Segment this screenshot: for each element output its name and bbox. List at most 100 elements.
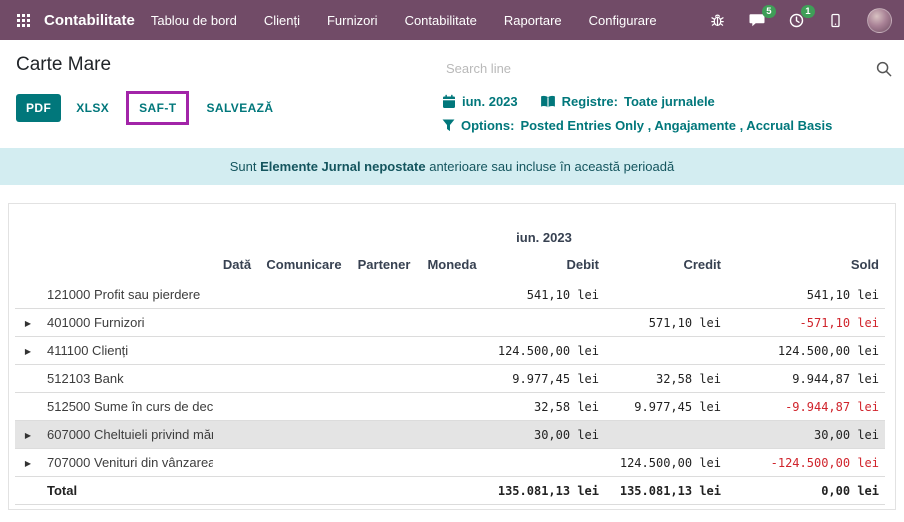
- save-button[interactable]: SALVEAZĂ: [196, 94, 283, 122]
- mobile-icon[interactable]: [828, 13, 843, 28]
- journals-label: Registre:: [562, 94, 618, 109]
- unposted-entries-link[interactable]: Elemente Jurnal nepostate: [260, 159, 425, 174]
- caret-cell: ▶: [15, 309, 41, 337]
- caret-cell: [15, 365, 41, 393]
- total-label: Total: [41, 477, 213, 505]
- page-title: Carte Mare: [16, 54, 442, 76]
- sold-cell: 124.500,00 lei: [727, 337, 885, 365]
- account-name: 607000 Cheltuieli privind mărfurile: [41, 421, 213, 449]
- menu-item-raportare[interactable]: Raportare: [504, 13, 562, 28]
- expand-caret-icon[interactable]: ▶: [25, 319, 31, 328]
- sold-cell: -9.944,87 lei: [727, 393, 885, 421]
- banner-text-pre: Sunt: [230, 159, 257, 174]
- account-name: 121000 Profit sau pierdere: [41, 281, 213, 309]
- export-buttons: PDF XLSX SAF-T SALVEAZĂ: [16, 91, 442, 125]
- book-icon: [540, 94, 556, 109]
- credit-cell: [605, 281, 727, 309]
- annotation-box: SAF-T: [126, 91, 189, 125]
- ledger-row-512103[interactable]: 512103 Bank9.977,45 lei32,58 lei9.944,87…: [15, 365, 885, 393]
- credit-cell: [605, 337, 727, 365]
- sold-cell: 541,10 lei: [727, 281, 885, 309]
- pdf-button[interactable]: PDF: [16, 94, 61, 122]
- options-label: Options:: [461, 118, 514, 133]
- total-sold: 0,00 lei: [727, 477, 885, 505]
- expand-caret-icon[interactable]: ▶: [25, 459, 31, 468]
- col-data: Dată: [213, 254, 261, 281]
- activities-badge: 1: [801, 5, 815, 19]
- debit-cell: 32,58 lei: [483, 393, 605, 421]
- account-name: 401000 Furnizori: [41, 309, 213, 337]
- debit-cell: [483, 449, 605, 477]
- col-comunicare: Comunicare: [261, 254, 347, 281]
- account-name: 512103 Bank: [41, 365, 213, 393]
- expand-caret-icon[interactable]: ▶: [25, 431, 31, 440]
- debit-cell: 541,10 lei: [483, 281, 605, 309]
- saft-button[interactable]: SAF-T: [129, 94, 186, 122]
- journals-filter[interactable]: Registre: Toate jurnalele: [540, 94, 715, 109]
- sold-cell: -124.500,00 lei: [727, 449, 885, 477]
- caret-cell: ▶: [15, 337, 41, 365]
- filter-line-2: Options: Posted Entries Only , Angajamen…: [442, 118, 892, 133]
- caret-cell: ▶: [15, 421, 41, 449]
- report-header: Carte Mare PDF XLSX SAF-T SALVEAZĂ: [0, 40, 904, 133]
- banner-text-post: anterioare sau incluse în această perioa…: [429, 159, 674, 174]
- account-name: 411100 Clienți: [41, 337, 213, 365]
- date-filter[interactable]: iun. 2023: [442, 94, 518, 109]
- credit-cell: 124.500,00 lei: [605, 449, 727, 477]
- ledger-row-401000[interactable]: ▶401000 Furnizori571,10 lei-571,10 lei: [15, 309, 885, 337]
- credit-cell: 32,58 lei: [605, 365, 727, 393]
- total-debit: 135.081,13 lei: [483, 477, 605, 505]
- options-value: Posted Entries Only , Angajamente , Accr…: [520, 118, 832, 133]
- column-header-row: Dată Comunicare Partener Moneda Debit Cr…: [15, 254, 885, 281]
- menu-item-clienți[interactable]: Clienți: [264, 13, 300, 28]
- messages-badge: 5: [762, 5, 776, 19]
- user-avatar[interactable]: [867, 8, 892, 33]
- credit-cell: [605, 421, 727, 449]
- magnifier-icon[interactable]: [876, 61, 892, 77]
- ledger-row-707000[interactable]: ▶707000 Venituri din vânzarea mărfurilor…: [15, 449, 885, 477]
- ledger-row-411100[interactable]: ▶ 411100 Clienți 124.500,00 lei 124.500,00 …: [15, 337, 885, 365]
- apps-grid-icon[interactable]: [10, 14, 36, 27]
- journals-value: Toate jurnalele: [624, 94, 715, 109]
- unposted-entries-banner: Sunt Elemente Jurnal nepostate anterioar…: [0, 148, 904, 185]
- general-ledger-table: iun. 2023 Dată Comunicare Partener Moned…: [15, 230, 885, 505]
- sold-cell: 30,00 lei: [727, 421, 885, 449]
- expand-caret-icon[interactable]: ▶: [25, 347, 31, 356]
- menu-item-configurare[interactable]: Configurare: [589, 13, 657, 28]
- debit-cell: 30,00 lei: [483, 421, 605, 449]
- funnel-icon: [442, 119, 455, 132]
- date-filter-label: iun. 2023: [462, 94, 518, 109]
- bug-icon[interactable]: [710, 13, 725, 28]
- menu-item-tablou-de-bord[interactable]: Tablou de bord: [151, 13, 237, 28]
- ledger-row-121000[interactable]: 121000 Profit sau pierdere 541,10 lei 541,…: [15, 281, 885, 309]
- period-header-row: iun. 2023: [15, 230, 885, 254]
- app-brand[interactable]: Contabilitate: [44, 12, 135, 29]
- chat-bubble-icon[interactable]: 5: [749, 13, 765, 28]
- clock-icon[interactable]: 1: [789, 13, 804, 28]
- ledger-row-512500[interactable]: 512500 Sume în curs de decontare 32,58 le…: [15, 393, 885, 421]
- col-partener: Partener: [347, 254, 421, 281]
- account-name: 512500 Sume în curs de decontare: [41, 393, 213, 421]
- xlsx-button[interactable]: XLSX: [66, 94, 119, 122]
- credit-cell: 9.977,45 lei: [605, 393, 727, 421]
- menu-item-furnizori[interactable]: Furnizori: [327, 13, 378, 28]
- search-bar: [442, 52, 892, 81]
- main-menu: Tablou de bord Clienți Furnizori Contabilit…: [151, 13, 657, 28]
- debit-cell: 124.500,00 lei: [483, 337, 605, 365]
- total-row: Total 135.081,13 lei 135.081,13 lei 0,00…: [15, 477, 885, 505]
- menu-item-contabilitate[interactable]: Contabilitate: [405, 13, 477, 28]
- calendar-icon: [442, 94, 456, 109]
- filter-line-1: iun. 2023 Registre: Toate jurnalele: [442, 94, 892, 109]
- total-credit: 135.081,13 lei: [605, 477, 727, 505]
- caret-cell: [15, 393, 41, 421]
- ledger-row-607000[interactable]: ▶ 607000 Cheltuieli privind mărfurile 30,0…: [15, 421, 885, 449]
- options-filter[interactable]: Options: Posted Entries Only , Angajamen…: [442, 118, 832, 133]
- sold-cell: 9.944,87 lei: [727, 365, 885, 393]
- col-sold: Sold: [727, 254, 885, 281]
- caret-cell: ▶: [15, 449, 41, 477]
- top-navbar: Contabilitate Tablou de bord Clienți Furni…: [0, 0, 904, 40]
- col-debit: Debit: [483, 254, 605, 281]
- debit-cell: [483, 309, 605, 337]
- table-period-label: iun. 2023: [483, 230, 605, 254]
- search-input[interactable]: [442, 56, 876, 81]
